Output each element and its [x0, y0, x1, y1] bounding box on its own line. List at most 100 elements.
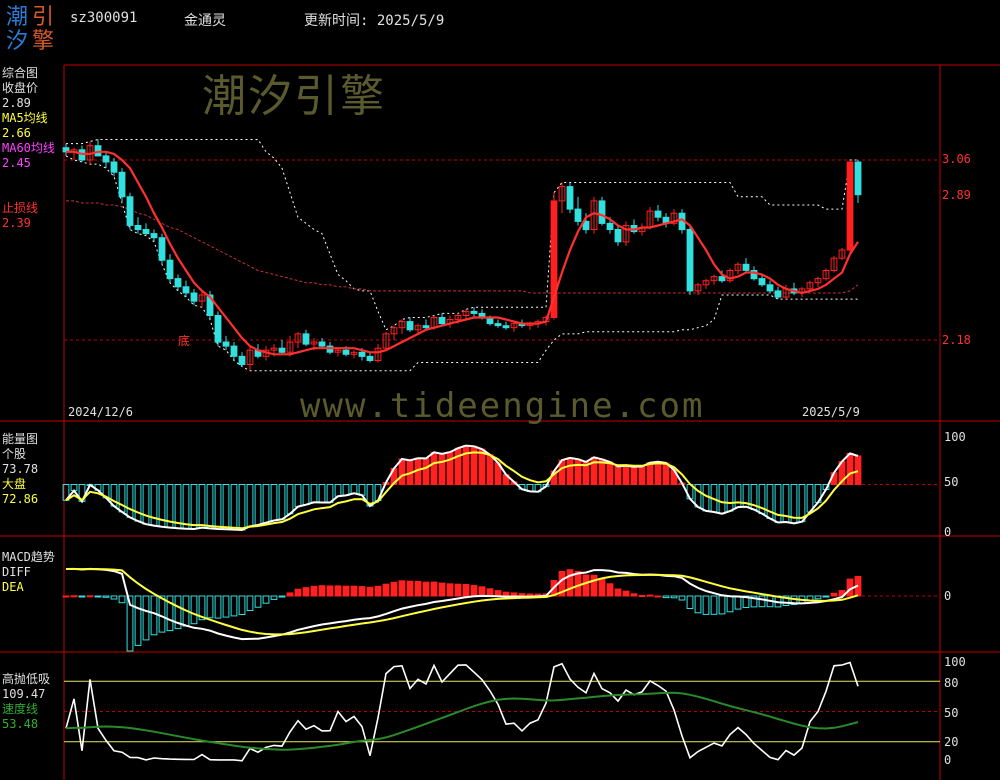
candle-body-54 [494, 323, 502, 327]
macd-bar-77 [678, 595, 686, 601]
ma5-red-line [66, 150, 859, 356]
energy-bar-93 [806, 484, 814, 513]
macd-bar-67 [598, 578, 606, 597]
macd-bar-20 [222, 595, 230, 618]
energy-bar-36 [350, 484, 358, 494]
candle-body-16 [190, 292, 198, 302]
macd-tick-0: 0 [944, 589, 952, 603]
watermark-brand: 潮汐引擎 [202, 71, 386, 122]
candle-body-15 [182, 286, 190, 294]
tide-legend: 高抛低吸 109.47 速度线 53.48 [2, 672, 50, 732]
macd-bar-65 [582, 574, 590, 597]
tide-tick-100: 100 [944, 655, 966, 669]
energy-legend: 能量图 个股 73.78 大盘 72.86 [2, 432, 38, 507]
macd-bar-19 [214, 595, 222, 619]
energy-bar-37 [358, 484, 366, 496]
candle-body-85 [742, 263, 750, 271]
candle-body-87 [758, 278, 766, 286]
ma60-line [66, 200, 859, 294]
energy-bar-52 [478, 448, 486, 486]
energy-bar-68 [606, 461, 614, 485]
macd-bar-36 [350, 585, 358, 597]
candle-body-27 [278, 347, 286, 353]
macd-bar-95 [822, 595, 830, 598]
energy-bar-31 [310, 484, 318, 503]
main-title: 综合图 [2, 66, 39, 80]
macd-bar-71 [630, 593, 638, 597]
tide-tick-50: 50 [944, 706, 959, 720]
diff-label: DIFF [2, 565, 31, 579]
macd-bar-54 [494, 590, 502, 597]
macd-bar-21 [230, 595, 238, 617]
candle-body-21 [230, 345, 238, 357]
macd-bar-33 [326, 585, 334, 597]
macd-bar-5 [102, 595, 110, 598]
candle-body-38 [366, 355, 374, 361]
watermark-url: www.tideengine.com [300, 386, 705, 426]
candle-body-13 [166, 259, 174, 280]
candle-body-9 [134, 225, 142, 231]
macd-bar-50 [462, 584, 470, 597]
upper-band [66, 139, 858, 331]
macd-bar-38 [366, 586, 374, 597]
candle-body-55 [502, 325, 510, 329]
candle-body-11 [150, 233, 158, 239]
candle-body-10 [142, 229, 150, 235]
macd-bar-1 [70, 595, 78, 598]
macd-bar-87 [758, 595, 766, 608]
candle-body-22 [238, 355, 246, 366]
candle-body-14 [174, 278, 182, 288]
candle-body-37 [358, 351, 366, 357]
macd-bar-41 [390, 581, 398, 597]
energy-bar-20 [222, 484, 230, 530]
macd-bar-68 [606, 583, 614, 597]
energy-tick-0: 0 [944, 525, 952, 539]
energy-bar-27 [278, 484, 286, 520]
energy-bar-98 [846, 452, 854, 485]
candle-body-82 [718, 276, 726, 282]
bottom-marker: 底 [178, 334, 191, 348]
candle-body-20 [222, 341, 230, 347]
energy-bar-15 [182, 484, 190, 530]
macd-bar-75 [662, 595, 670, 599]
candle-body-8 [126, 196, 134, 226]
stock-label: 个股 [2, 447, 27, 461]
macd-bar-52 [478, 586, 486, 597]
macd-title: MACD趋势 [2, 550, 55, 564]
macd-bar-9 [134, 595, 142, 646]
macd-bar-94 [814, 595, 822, 600]
main-legend: 综合图 收盘价 2.89 MA5均线 2.66 MA60均线 2.45 止损线 … [2, 66, 55, 231]
candle-body-30 [302, 333, 310, 345]
macd-bar-32 [318, 585, 326, 597]
energy-bar-35 [342, 484, 350, 496]
energy-bar-28 [286, 484, 294, 515]
macd-bar-53 [486, 588, 494, 597]
macd-bar-35 [342, 585, 350, 597]
candle-body-43 [406, 321, 414, 331]
energy-bar-82 [718, 484, 726, 515]
stop-label: 止损线 [2, 201, 39, 215]
tide-value-1: 109.47 [2, 687, 46, 701]
date-start: 2024/12/6 [68, 405, 134, 419]
macd-bar-11 [150, 595, 158, 636]
candle-body-5 [102, 155, 110, 163]
tide-tick-0: 0 [944, 753, 952, 767]
dea-label: DEA [2, 580, 24, 594]
candle-body-51 [470, 310, 478, 314]
energy-bar-74 [654, 461, 662, 485]
energy-market-line [65, 451, 859, 530]
candle-body-35 [342, 349, 350, 355]
macd-bar-46 [430, 581, 438, 597]
macd-bar-73 [646, 594, 654, 597]
candle-body-99 [854, 161, 862, 196]
macd-bar-37 [358, 586, 366, 597]
energy-bar-18 [206, 484, 214, 529]
energy-bar-21 [230, 484, 238, 531]
macd-bar-70 [622, 590, 630, 597]
energy-bar-10 [142, 484, 150, 525]
stock-value: 73.78 [2, 462, 39, 476]
macd-bar-80 [702, 595, 710, 615]
macd-bar-10 [142, 595, 150, 641]
macd-bar-55 [502, 591, 510, 597]
macd-bar-42 [398, 580, 406, 597]
